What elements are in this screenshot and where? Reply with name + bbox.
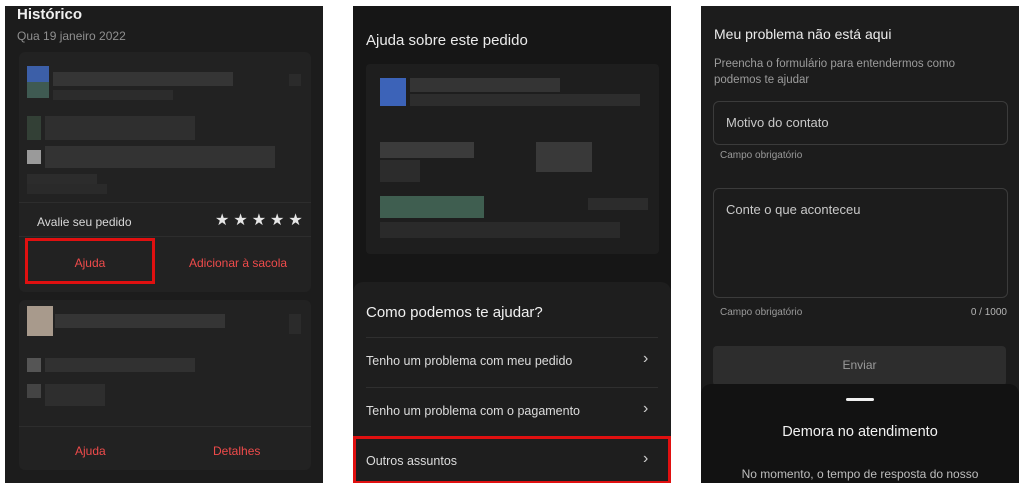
send-button[interactable]: Enviar: [713, 346, 1006, 386]
star-icon[interactable]: ★: [233, 210, 247, 230]
history-title: Histórico: [17, 6, 83, 23]
order-card[interactable]: Ajuda Detalhes: [19, 300, 311, 470]
contact-form-panel: Meu problema não está aqui Preencha o fo…: [701, 6, 1019, 483]
order-card[interactable]: Avalie seu pedido ★ ★ ★ ★ ★ Ajuda Adicionar …: [19, 52, 311, 292]
star-rating[interactable]: ★ ★ ★ ★ ★: [211, 210, 303, 230]
chevron-right-icon: ›: [643, 450, 649, 467]
order-summary-card: [366, 64, 659, 254]
star-icon[interactable]: ★: [270, 210, 284, 230]
form-description: Preencha o formulário para entendermos c…: [714, 58, 955, 86]
option-order-problem[interactable]: Tenho um problema com meu pedido ›: [353, 337, 671, 387]
chevron-right-icon: ›: [643, 400, 649, 417]
order-help-panel: Ajuda sobre este pedido Como podemos te …: [353, 6, 671, 483]
help-options-sheet: Como podemos te ajudar? Tenho um problem…: [353, 282, 671, 483]
star-icon[interactable]: ★: [215, 210, 229, 230]
details-button[interactable]: Detalhes: [213, 444, 260, 458]
drag-handle[interactable]: [846, 398, 874, 401]
divider: [19, 202, 311, 203]
divider: [19, 236, 311, 237]
help-button-label: Ajuda: [74, 256, 106, 270]
required-hint: Campo obrigatório: [720, 150, 803, 161]
chevron-right-icon: ›: [643, 350, 649, 367]
option-label: Tenho um problema com meu pedido: [366, 354, 573, 368]
required-hint: Campo obrigatório: [720, 307, 803, 318]
char-counter: 0 / 1000: [970, 307, 1007, 318]
option-payment-problem[interactable]: Tenho um problema com o pagamento ›: [353, 387, 671, 437]
option-label: Outros assuntos: [366, 454, 458, 468]
order-help-title: Ajuda sobre este pedido: [366, 32, 528, 49]
help-button[interactable]: Ajuda: [25, 238, 155, 284]
order-date: Qua 19 janeiro 2022: [17, 29, 126, 43]
help-button-secondary[interactable]: Ajuda: [75, 444, 106, 458]
add-to-bag-button[interactable]: Adicionar à sacola: [189, 256, 287, 270]
divider: [19, 426, 311, 427]
description-textarea[interactable]: Conte o que aconteceu: [713, 188, 1008, 298]
form-title: Meu problema não está aqui: [714, 26, 892, 42]
send-button-label: Enviar: [842, 358, 877, 372]
sheet-title: Demora no atendimento: [782, 424, 938, 440]
rate-order-label: Avalie seu pedido: [37, 215, 132, 229]
option-label: Tenho um problema com o pagamento: [366, 404, 581, 418]
star-icon[interactable]: ★: [252, 210, 266, 230]
description-placeholder: Conte o que aconteceu: [726, 202, 861, 217]
star-icon[interactable]: ★: [288, 210, 302, 230]
order-history-panel: Histórico Qua 19 janeiro 2022 Avalie seu…: [5, 6, 323, 483]
how-can-we-help-heading: Como podemos te ajudar?: [366, 304, 543, 321]
contact-reason-field[interactable]: Motivo do contato: [713, 101, 1008, 145]
option-other-subjects[interactable]: Outros assuntos ›: [353, 436, 671, 483]
info-bottom-sheet: Demora no atendimento No momento, o temp…: [701, 384, 1019, 483]
contact-reason-placeholder: Motivo do contato: [726, 115, 829, 130]
sheet-text: No momento, o tempo de resposta do nosso: [741, 467, 979, 481]
